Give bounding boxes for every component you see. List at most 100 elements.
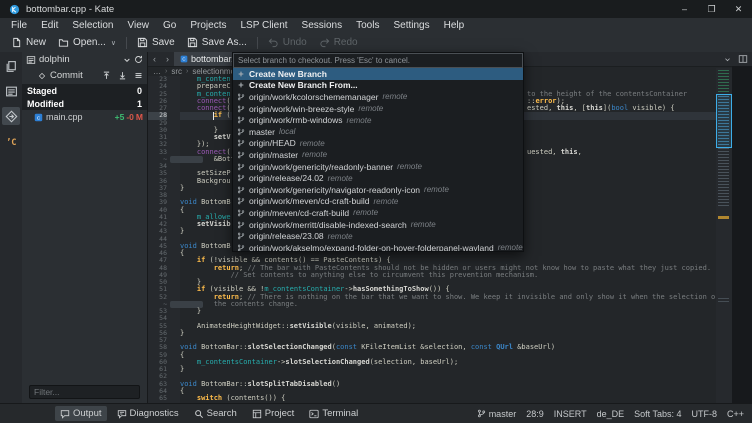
code-text: AnimatedHeightWidget::setVisible(visible… bbox=[180, 321, 417, 330]
refresh-icon[interactable] bbox=[134, 55, 143, 64]
toolview-ctags-button[interactable]: ’C bbox=[2, 132, 20, 150]
branch-list-item[interactable]: origin/work/genericity/navigator-readonl… bbox=[233, 184, 523, 196]
menu-go[interactable]: Go bbox=[156, 20, 183, 31]
filter-input[interactable]: Filter... bbox=[29, 385, 140, 399]
new-button[interactable]: New bbox=[5, 35, 52, 51]
menu-lsp-client[interactable]: LSP Client bbox=[233, 20, 294, 31]
git-icon bbox=[5, 110, 18, 123]
branch-list-item[interactable]: master local bbox=[233, 126, 523, 138]
menu-sessions[interactable]: Sessions bbox=[295, 20, 350, 31]
terminal-panel-button[interactable]: Terminal bbox=[304, 406, 363, 421]
code-line: 55 AnimatedHeightWidget::setVisible(visi… bbox=[148, 321, 752, 330]
menu-tools[interactable]: Tools bbox=[349, 20, 386, 31]
split-view-icon[interactable] bbox=[738, 54, 748, 64]
window-title: bottombar.cpp - Kate bbox=[26, 3, 115, 15]
status-28-9[interactable]: 28:9 bbox=[526, 409, 544, 419]
project-icon bbox=[26, 55, 36, 65]
project-selector[interactable]: dolphin bbox=[22, 52, 147, 67]
chevron-down-icon[interactable] bbox=[724, 56, 731, 63]
save-as-button[interactable]: Save As... bbox=[181, 35, 253, 51]
menu-icon[interactable] bbox=[134, 71, 143, 80]
branch-list-item[interactable]: origin/work/meven/cd-craft-build remote bbox=[233, 196, 523, 208]
branch-scope-tag: remote bbox=[302, 150, 328, 160]
project-panel-button[interactable]: Project bbox=[247, 406, 300, 421]
search-panel-button[interactable]: Search bbox=[189, 406, 242, 421]
branch-list-item[interactable]: origin/work/merritt/disable-indexed-sear… bbox=[233, 219, 523, 231]
chevron-down-icon[interactable]: ∨ bbox=[111, 39, 116, 47]
commit-label: Commit bbox=[50, 70, 83, 81]
window-controls: – ❐ ✕ bbox=[671, 0, 752, 18]
branch-scope-tag: remote bbox=[299, 138, 325, 148]
menu-selection[interactable]: Selection bbox=[65, 20, 120, 31]
branch-search-input[interactable]: Select branch to checkout. Press 'Esc' t… bbox=[233, 53, 523, 68]
project-name: dolphin bbox=[39, 54, 70, 65]
toolbar-button-label: Redo bbox=[333, 37, 358, 48]
branch-icon bbox=[477, 409, 486, 418]
toolview-documents-button[interactable] bbox=[2, 57, 20, 75]
branch-scope-tag: remote bbox=[373, 196, 399, 206]
status-soft-tabs-4[interactable]: Soft Tabs: 4 bbox=[634, 409, 681, 419]
branch-icon bbox=[237, 244, 245, 251]
branch-list-item[interactable]: origin/work/akselmo/expand-folder-on-hov… bbox=[233, 242, 523, 251]
branch-list-item[interactable]: Create New Branch bbox=[233, 68, 523, 80]
modified-section-header[interactable]: Modified 1 bbox=[22, 97, 147, 110]
code-line: 60 m_contentsContainer->slotSelectionCha… bbox=[148, 358, 752, 366]
close-button[interactable]: ✕ bbox=[725, 0, 752, 18]
menu-projects[interactable]: Projects bbox=[183, 20, 233, 31]
save-button[interactable]: Save bbox=[131, 35, 181, 51]
branch-list-item[interactable]: origin/work/rmb-windows remote bbox=[233, 114, 523, 126]
toolbar-button-label: New bbox=[26, 37, 47, 48]
status-master[interactable]: master bbox=[477, 409, 516, 419]
branch-name: origin/work/rmb-windows bbox=[249, 115, 343, 126]
menu-file[interactable]: File bbox=[4, 20, 34, 31]
commit-button[interactable]: Commit bbox=[38, 70, 83, 81]
branch-list-item[interactable]: origin/meven/cd-craft-build remote bbox=[233, 207, 523, 219]
code-text: if ( bbox=[213, 111, 231, 120]
minimap-scrollbar[interactable] bbox=[716, 68, 732, 403]
branch-list-item[interactable]: origin/HEAD remote bbox=[233, 138, 523, 150]
push-icon[interactable] bbox=[102, 71, 111, 80]
breadcrumb-segment[interactable]: … bbox=[153, 67, 161, 76]
minimap-band bbox=[718, 70, 729, 96]
branch-name: origin/release/24.02 bbox=[249, 173, 324, 184]
breadcrumb-segment[interactable]: src bbox=[171, 67, 182, 76]
branch-scope-tag: remote bbox=[358, 104, 384, 114]
ctags-icon: ’C bbox=[5, 135, 18, 148]
forward-icon[interactable]: › bbox=[161, 54, 174, 64]
diagnostics-panel-button[interactable]: Diagnostics bbox=[112, 406, 184, 421]
toolview-symbols-button[interactable] bbox=[2, 82, 20, 100]
back-icon[interactable]: ‹ bbox=[148, 54, 161, 64]
staged-section-header[interactable]: Staged 0 bbox=[22, 84, 147, 97]
code-text: Backgrou bbox=[180, 176, 231, 185]
branch-list-item[interactable]: origin/work/win-breeze-style remote bbox=[233, 103, 523, 115]
branch-list: Create New Branch Create New Branch From.… bbox=[233, 68, 523, 251]
code-text: ested, this, [this](bool visible) { bbox=[527, 104, 675, 112]
menu-view[interactable]: View bbox=[121, 20, 157, 31]
menu-edit[interactable]: Edit bbox=[34, 20, 65, 31]
branch-list-item[interactable]: origin/release/24.02 remote bbox=[233, 172, 523, 184]
modified-file-row[interactable]: Cmain.cpp +5 -0 M bbox=[22, 110, 147, 124]
status-de-de[interactable]: de_DE bbox=[597, 409, 625, 419]
menu-settings[interactable]: Settings bbox=[386, 20, 436, 31]
branch-name: master bbox=[249, 126, 275, 137]
minimap-viewport[interactable] bbox=[716, 94, 732, 148]
status-bar: Output Diagnostics Search Project Terminal m… bbox=[0, 403, 752, 423]
branch-list-item[interactable]: origin/master remote bbox=[233, 149, 523, 161]
branch-list-item[interactable]: origin/release/23.08 remote bbox=[233, 230, 523, 242]
status-c-[interactable]: C++ bbox=[727, 409, 744, 419]
pull-icon[interactable] bbox=[118, 71, 127, 80]
status-utf-8[interactable]: UTF-8 bbox=[691, 409, 717, 419]
output-panel-button[interactable]: Output bbox=[55, 406, 107, 421]
open-button[interactable]: Open... ∨ bbox=[52, 35, 122, 51]
branch-list-item[interactable]: Create New Branch From... bbox=[233, 80, 523, 92]
maximize-button[interactable]: ❐ bbox=[698, 0, 725, 18]
status-insert[interactable]: INSERT bbox=[554, 409, 587, 419]
toolview-git-button[interactable] bbox=[2, 107, 20, 125]
menu-help[interactable]: Help bbox=[437, 20, 472, 31]
svg-text:’C: ’C bbox=[6, 137, 16, 147]
minimize-button[interactable]: – bbox=[671, 0, 698, 18]
branch-list-item[interactable]: origin/work/genericity/readonly-banner re… bbox=[233, 161, 523, 173]
branch-list-item[interactable]: origin/work/kcolorschememanager remote bbox=[233, 91, 523, 103]
chevron-down-icon[interactable] bbox=[123, 56, 131, 64]
code-text: void BottomB bbox=[180, 241, 231, 250]
